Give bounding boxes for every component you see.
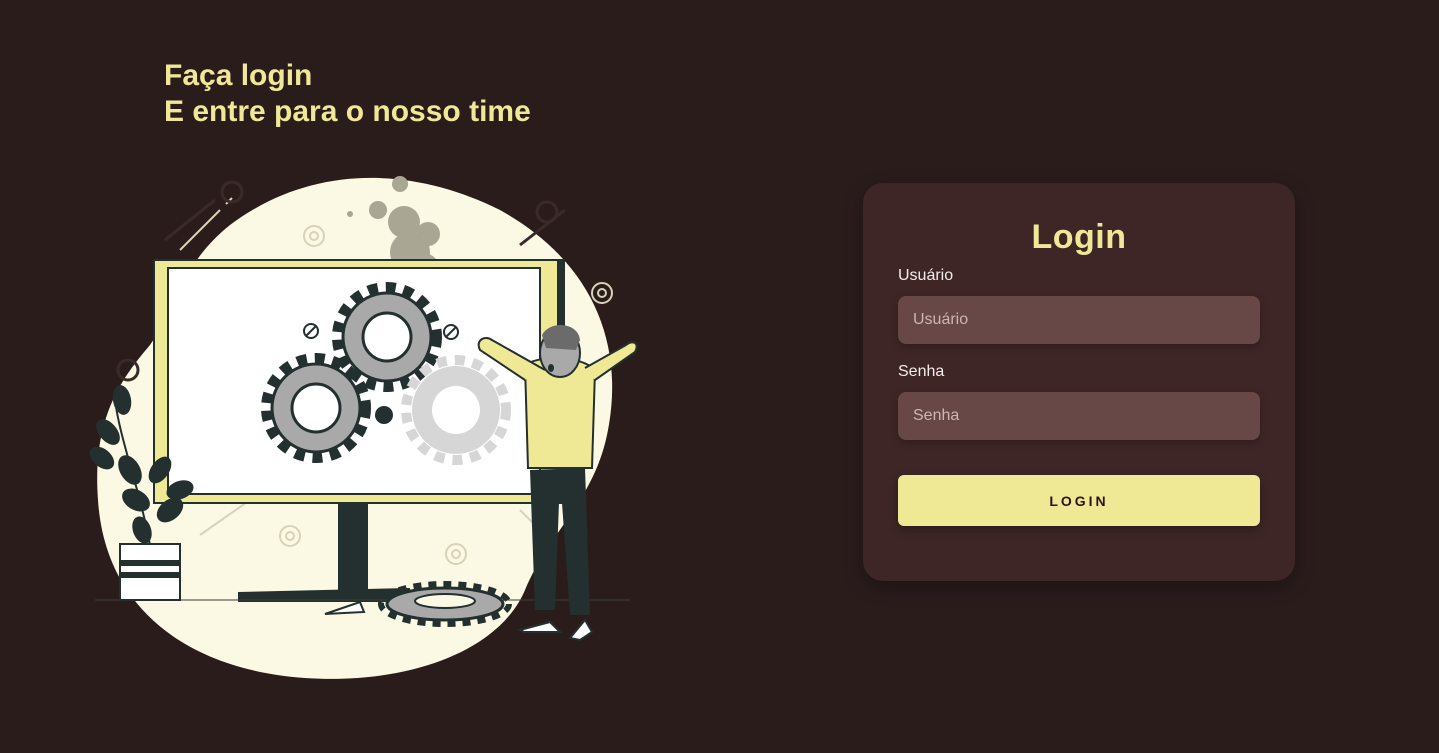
username-input[interactable]	[898, 296, 1260, 344]
broken-gears-illustration	[89, 176, 638, 679]
login-button[interactable]: LOGIN	[898, 475, 1260, 526]
password-label: Senha	[898, 363, 945, 380]
hero-line-2: E entre para o nosso time	[164, 95, 531, 128]
password-input[interactable]	[898, 392, 1260, 440]
hero-heading: Faça login E entre para o nosso time	[164, 58, 531, 130]
hero-line-1: Faça login	[164, 59, 313, 92]
login-card: Login Usuário Senha LOGIN	[863, 183, 1295, 581]
login-title: Login	[1031, 218, 1127, 256]
username-label: Usuário	[898, 267, 954, 284]
